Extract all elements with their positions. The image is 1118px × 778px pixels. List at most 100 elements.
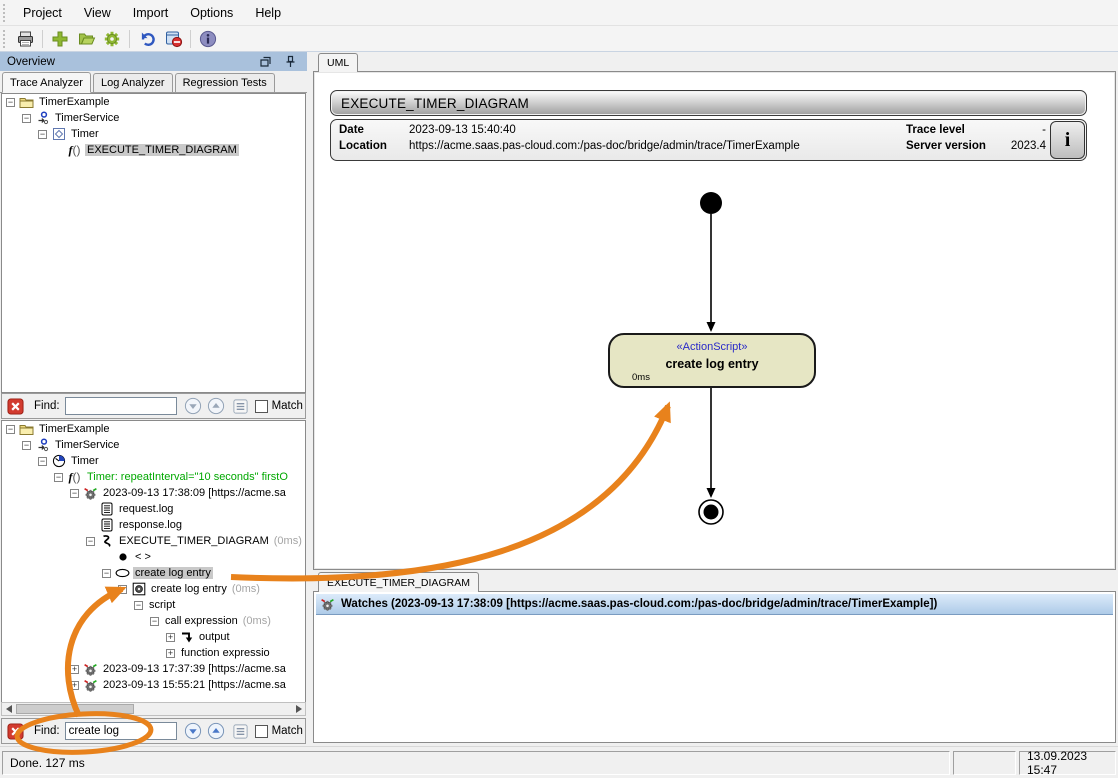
trace-tree-row-output[interactable]: +output [2, 629, 305, 645]
overview-tree-row-timerservice[interactable]: −TimerService [2, 110, 305, 126]
match-case-checkbox[interactable] [255, 400, 268, 413]
trace-tree-row-timer-repeatinterval-10-seconds-firsto[interactable]: −f()Timer: repeatInterval="10 seconds" f… [2, 469, 305, 485]
match-case-checkbox[interactable] [255, 725, 268, 738]
schedule-icon[interactable] [161, 28, 185, 50]
tab-regression-tests[interactable]: Regression Tests [175, 73, 275, 92]
horizontal-scrollbar[interactable] [1, 702, 306, 716]
scroll-right-button[interactable] [292, 703, 305, 715]
menu-item-import[interactable]: Import [122, 2, 179, 24]
scroll-left-button[interactable] [2, 703, 15, 715]
close-find-button[interactable] [7, 398, 24, 415]
tab-execute-timer-diagram[interactable]: EXECUTE_TIMER_DIAGRAM [318, 572, 479, 592]
collapse-icon[interactable]: − [150, 617, 159, 626]
tab-log-analyzer[interactable]: Log Analyzer [93, 73, 173, 92]
collapse-icon[interactable]: − [22, 114, 31, 123]
overview-tree-row-execute-timer-diagram[interactable]: f()EXECUTE_TIMER_DIAGRAM [2, 142, 305, 158]
status-clock: 13.09.2023 15:47 [1019, 751, 1116, 775]
settings-icon[interactable] [100, 28, 124, 50]
collapse-icon[interactable]: − [70, 489, 79, 498]
watches-panel: Watches (2023-09-13 17:38:09 [https://ac… [313, 591, 1116, 743]
trace-tree-row-function-expressio[interactable]: +function expressio [2, 645, 305, 661]
menu-bar: ProjectViewImportOptionsHelp [0, 0, 1118, 26]
find-next-button[interactable] [184, 722, 202, 740]
scrollbar-thumb[interactable] [16, 704, 134, 714]
drag-handle[interactable] [2, 30, 8, 48]
trace-tree-row-call-expression[interactable]: −call expression(0ms) [2, 613, 305, 629]
print-icon[interactable] [13, 28, 37, 50]
collapse-icon[interactable]: − [22, 441, 31, 450]
info-icon[interactable] [196, 28, 220, 50]
tab-uml[interactable]: UML [318, 53, 358, 72]
find-previous-button[interactable] [207, 397, 225, 415]
function-icon: f() [67, 470, 82, 484]
trace-tree-row-timer[interactable]: −Timer [2, 453, 305, 469]
pin-icon[interactable] [282, 55, 298, 69]
trace-tree-row-script[interactable]: −script [2, 597, 305, 613]
final-node [704, 505, 719, 520]
add-icon[interactable] [48, 28, 72, 50]
collapse-icon[interactable]: − [38, 130, 47, 139]
toolbar-separator [129, 30, 130, 48]
tab-trace-analyzer[interactable]: Trace Analyzer [2, 72, 91, 93]
duration-badge: (0ms) [274, 535, 302, 547]
trace-tree-row-create-log-entry[interactable]: − create log entry [2, 565, 305, 581]
gear-run-icon [83, 486, 98, 500]
match-case-label: Match Case [272, 725, 306, 737]
output-icon [179, 630, 194, 644]
trace-tree-row-2023-09-13-15-55-21-https-acme-sa[interactable]: +2023-09-13 15:55:21 [https://acme.sa [2, 677, 305, 693]
tree-item-label: TimerExample [37, 423, 112, 435]
trace-tree-row-2023-09-13-17-37-39-https-acme-sa[interactable]: +2023-09-13 17:37:39 [https://acme.sa [2, 661, 305, 677]
overview-tree-row-timer[interactable]: −Timer [2, 126, 305, 142]
find-label: Find: [34, 725, 60, 737]
open-icon[interactable] [74, 28, 98, 50]
collapse-icon[interactable]: − [102, 569, 111, 578]
close-find-button[interactable] [7, 723, 24, 740]
collapse-icon[interactable]: − [6, 425, 15, 434]
find-bar-bottom: Find: Match Case [1, 718, 306, 744]
expand-icon[interactable]: + [166, 649, 175, 658]
highlight-all-button[interactable] [232, 723, 249, 740]
expand-icon[interactable]: + [166, 633, 175, 642]
collapse-icon[interactable]: − [38, 457, 47, 466]
collapse-icon[interactable]: − [134, 601, 143, 610]
tree-item-label: create log entry [133, 567, 213, 579]
tree-item-label: 2023-09-13 15:55:21 [https://acme.sa [101, 679, 288, 691]
initial-node[interactable] [700, 192, 722, 214]
tree-item-label: EXECUTE_TIMER_DIAGRAM [117, 535, 271, 547]
overview-tree-row-timerexample[interactable]: −TimerExample [2, 94, 305, 110]
trace-tree-row-[interactable]: < > [2, 549, 305, 565]
drag-handle[interactable] [2, 4, 8, 22]
find-next-button[interactable] [184, 397, 202, 415]
trace-tree-row-create-log-entry[interactable]: −create log entry(0ms) [2, 581, 305, 597]
trace-tree-row-2023-09-13-17-38-09-https-acme-sa[interactable]: −2023-09-13 17:38:09 [https://acme.sa [2, 485, 305, 501]
float-panel-icon[interactable] [257, 55, 273, 69]
collapse-icon[interactable]: − [54, 473, 63, 482]
menu-item-options[interactable]: Options [179, 2, 244, 24]
tree-item-label: call expression [163, 615, 240, 627]
trace-tree-row-response-log[interactable]: response.log [2, 517, 305, 533]
status-bar: Done. 127 ms 13.09.2023 15:47 [0, 746, 1118, 778]
tree-item-label: script [147, 599, 177, 611]
trace-tree-row-timerexample[interactable]: − TimerExample [2, 421, 305, 437]
dot-icon [115, 550, 130, 564]
find-input[interactable] [65, 722, 177, 740]
find-previous-button[interactable] [207, 722, 225, 740]
menu-item-project[interactable]: Project [12, 2, 73, 24]
expand-icon[interactable]: + [70, 665, 79, 674]
trace-tree-row-execute-timer-diagram[interactable]: − EXECUTE_TIMER_DIAGRAM(0ms) [2, 533, 305, 549]
collapse-icon[interactable]: − [86, 537, 95, 546]
highlight-all-button[interactable] [232, 398, 249, 415]
trace-tree-row-request-log[interactable]: request.log [2, 501, 305, 517]
action-node-create-log-entry[interactable]: «ActionScript» create log entry 0ms [608, 333, 816, 388]
collapse-icon[interactable]: − [6, 98, 15, 107]
menu-item-view[interactable]: View [73, 2, 122, 24]
trace-tree-row-timerservice[interactable]: −TimerService [2, 437, 305, 453]
find-input[interactable] [65, 397, 177, 415]
tree-item-label: EXECUTE_TIMER_DIAGRAM [85, 144, 239, 156]
collapse-icon[interactable]: − [118, 585, 127, 594]
expand-icon[interactable]: + [70, 681, 79, 690]
menu-item-help[interactable]: Help [244, 2, 292, 24]
action-icon [131, 582, 146, 596]
undo-icon[interactable] [135, 28, 159, 50]
watches-header[interactable]: Watches (2023-09-13 17:38:09 [https://ac… [316, 594, 1113, 615]
